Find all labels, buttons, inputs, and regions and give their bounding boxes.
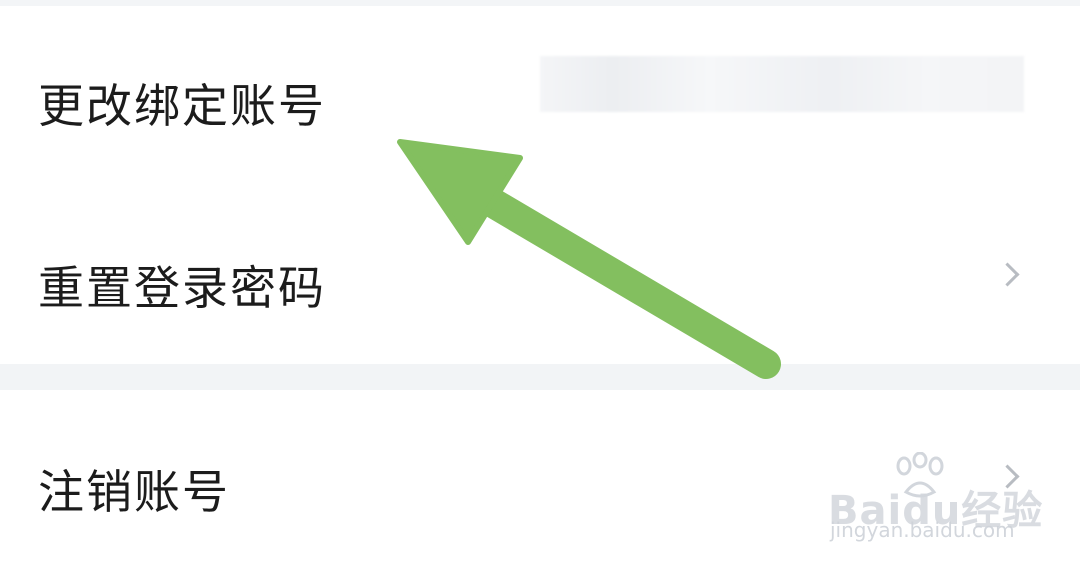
cancel-account-label: 注销账号 [38,465,230,519]
reset-login-password-label: 重置登录密码 [38,261,326,315]
change-bound-account-row[interactable]: 更改绑定账号 [0,6,1080,186]
change-bound-account-label: 更改绑定账号 [38,79,326,133]
watermark-url: jingyan.baidu.com [830,518,1015,542]
chevron-right-icon [995,262,1020,287]
masked-account-value [540,56,1024,112]
section-divider [0,364,1080,390]
reset-login-password-row[interactable]: 重置登录密码 [0,186,1080,364]
account-settings-screen: 更改绑定账号 重置登录密码 注销账号 Baidu经验 jingyan.baidu… [0,0,1080,568]
baidu-jingyan-watermark: Baidu经验 jingyan.baidu.com [828,452,1042,552]
